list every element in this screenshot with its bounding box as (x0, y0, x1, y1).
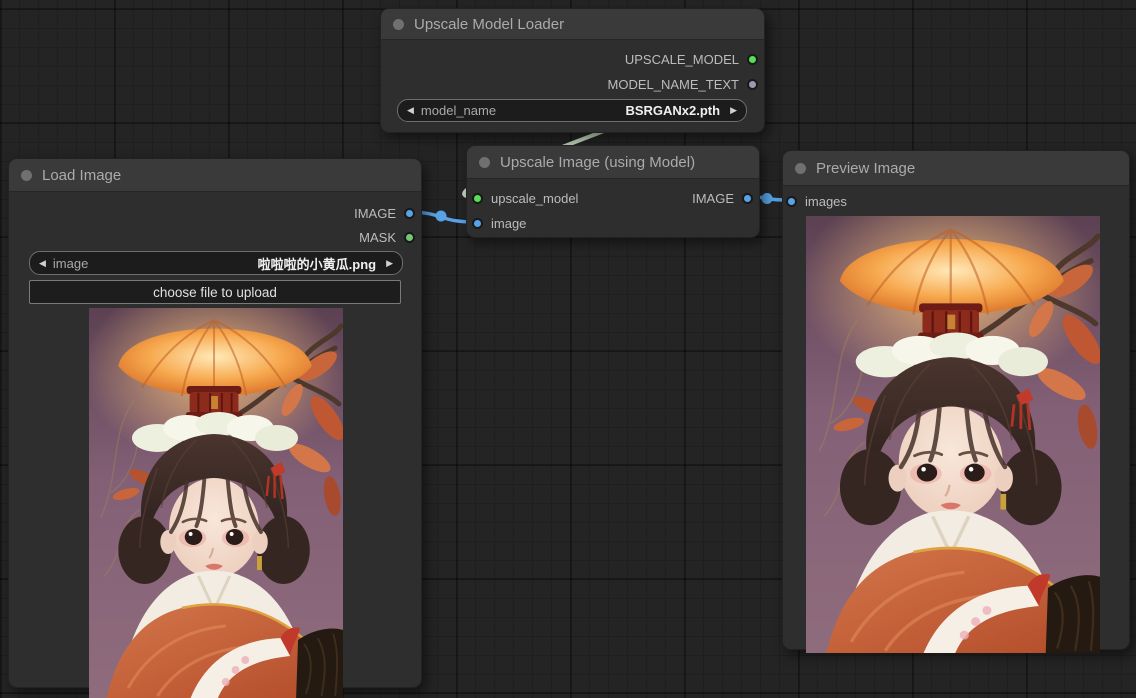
node-status-dot (795, 163, 806, 174)
node-title-bar[interactable]: Preview Image (783, 151, 1129, 186)
combo-next-icon[interactable]: ▶ (386, 259, 393, 268)
node-title: Upscale Image (using Model) (500, 154, 695, 171)
combo-prev-icon[interactable]: ◀ (39, 259, 46, 268)
image-file-combo[interactable]: ◀ image 啦啦啦的小黄瓜.png ▶ (29, 251, 403, 275)
output-upscale-model[interactable]: UPSCALE_MODEL (625, 49, 758, 69)
node-title-bar[interactable]: Load Image (9, 159, 421, 192)
choose-file-button[interactable]: choose file to upload (29, 280, 401, 304)
node-load-image[interactable]: Load Image IMAGE MASK ◀ image 啦啦啦的小黄瓜.pn… (8, 158, 422, 688)
input-dot-image[interactable] (472, 218, 483, 229)
combo-value: 啦啦啦的小黄瓜.png (88, 254, 376, 273)
link-image-midpoint-dot[interactable] (436, 211, 447, 222)
node-preview-image[interactable]: Preview Image images (782, 150, 1130, 650)
combo-value: BSRGANx2.pth (496, 103, 720, 118)
combo-label: model_name (421, 103, 496, 118)
node-title-bar[interactable]: Upscale Image (using Model) (467, 146, 759, 179)
node-title: Load Image (42, 167, 121, 184)
output-image[interactable]: IMAGE (692, 188, 753, 208)
combo-label: image (53, 256, 88, 271)
combo-prev-icon[interactable]: ◀ (407, 106, 414, 115)
output-dot-image[interactable] (742, 193, 753, 204)
output-dot-mask[interactable] (404, 232, 415, 243)
node-title: Preview Image (816, 160, 915, 177)
output-dot-model-name-text[interactable] (747, 79, 758, 90)
node-title-bar[interactable]: Upscale Model Loader (381, 9, 764, 40)
input-image[interactable]: image (472, 213, 526, 233)
loaded-image-thumbnail (89, 308, 343, 698)
output-mask[interactable]: MASK (359, 227, 415, 247)
node-status-dot (393, 19, 404, 30)
node-status-dot (479, 157, 490, 168)
preview-image-thumbnail (806, 216, 1100, 653)
input-dot-upscale-model[interactable] (472, 193, 483, 204)
output-image[interactable]: IMAGE (354, 203, 415, 223)
combo-next-icon[interactable]: ▶ (730, 106, 737, 115)
output-model-name-text[interactable]: MODEL_NAME_TEXT (608, 74, 758, 94)
node-status-dot (21, 170, 32, 181)
link-upscaled-image-midpoint-dot[interactable] (762, 193, 773, 204)
node-title: Upscale Model Loader (414, 16, 564, 33)
input-dot-images[interactable] (786, 196, 797, 207)
input-images[interactable]: images (786, 191, 847, 211)
output-dot-upscale-model[interactable] (747, 54, 758, 65)
model-name-combo[interactable]: ◀ model_name BSRGANx2.pth ▶ (397, 99, 747, 122)
node-upscale-model-loader[interactable]: Upscale Model Loader UPSCALE_MODEL MODEL… (380, 8, 765, 133)
comfyui-node-graph-canvas[interactable]: { "canvas": {"width": 1136, "height": 69… (0, 0, 1136, 694)
output-dot-image[interactable] (404, 208, 415, 219)
node-upscale-image[interactable]: Upscale Image (using Model) upscale_mode… (466, 145, 760, 238)
input-upscale-model[interactable]: upscale_model (472, 188, 578, 208)
